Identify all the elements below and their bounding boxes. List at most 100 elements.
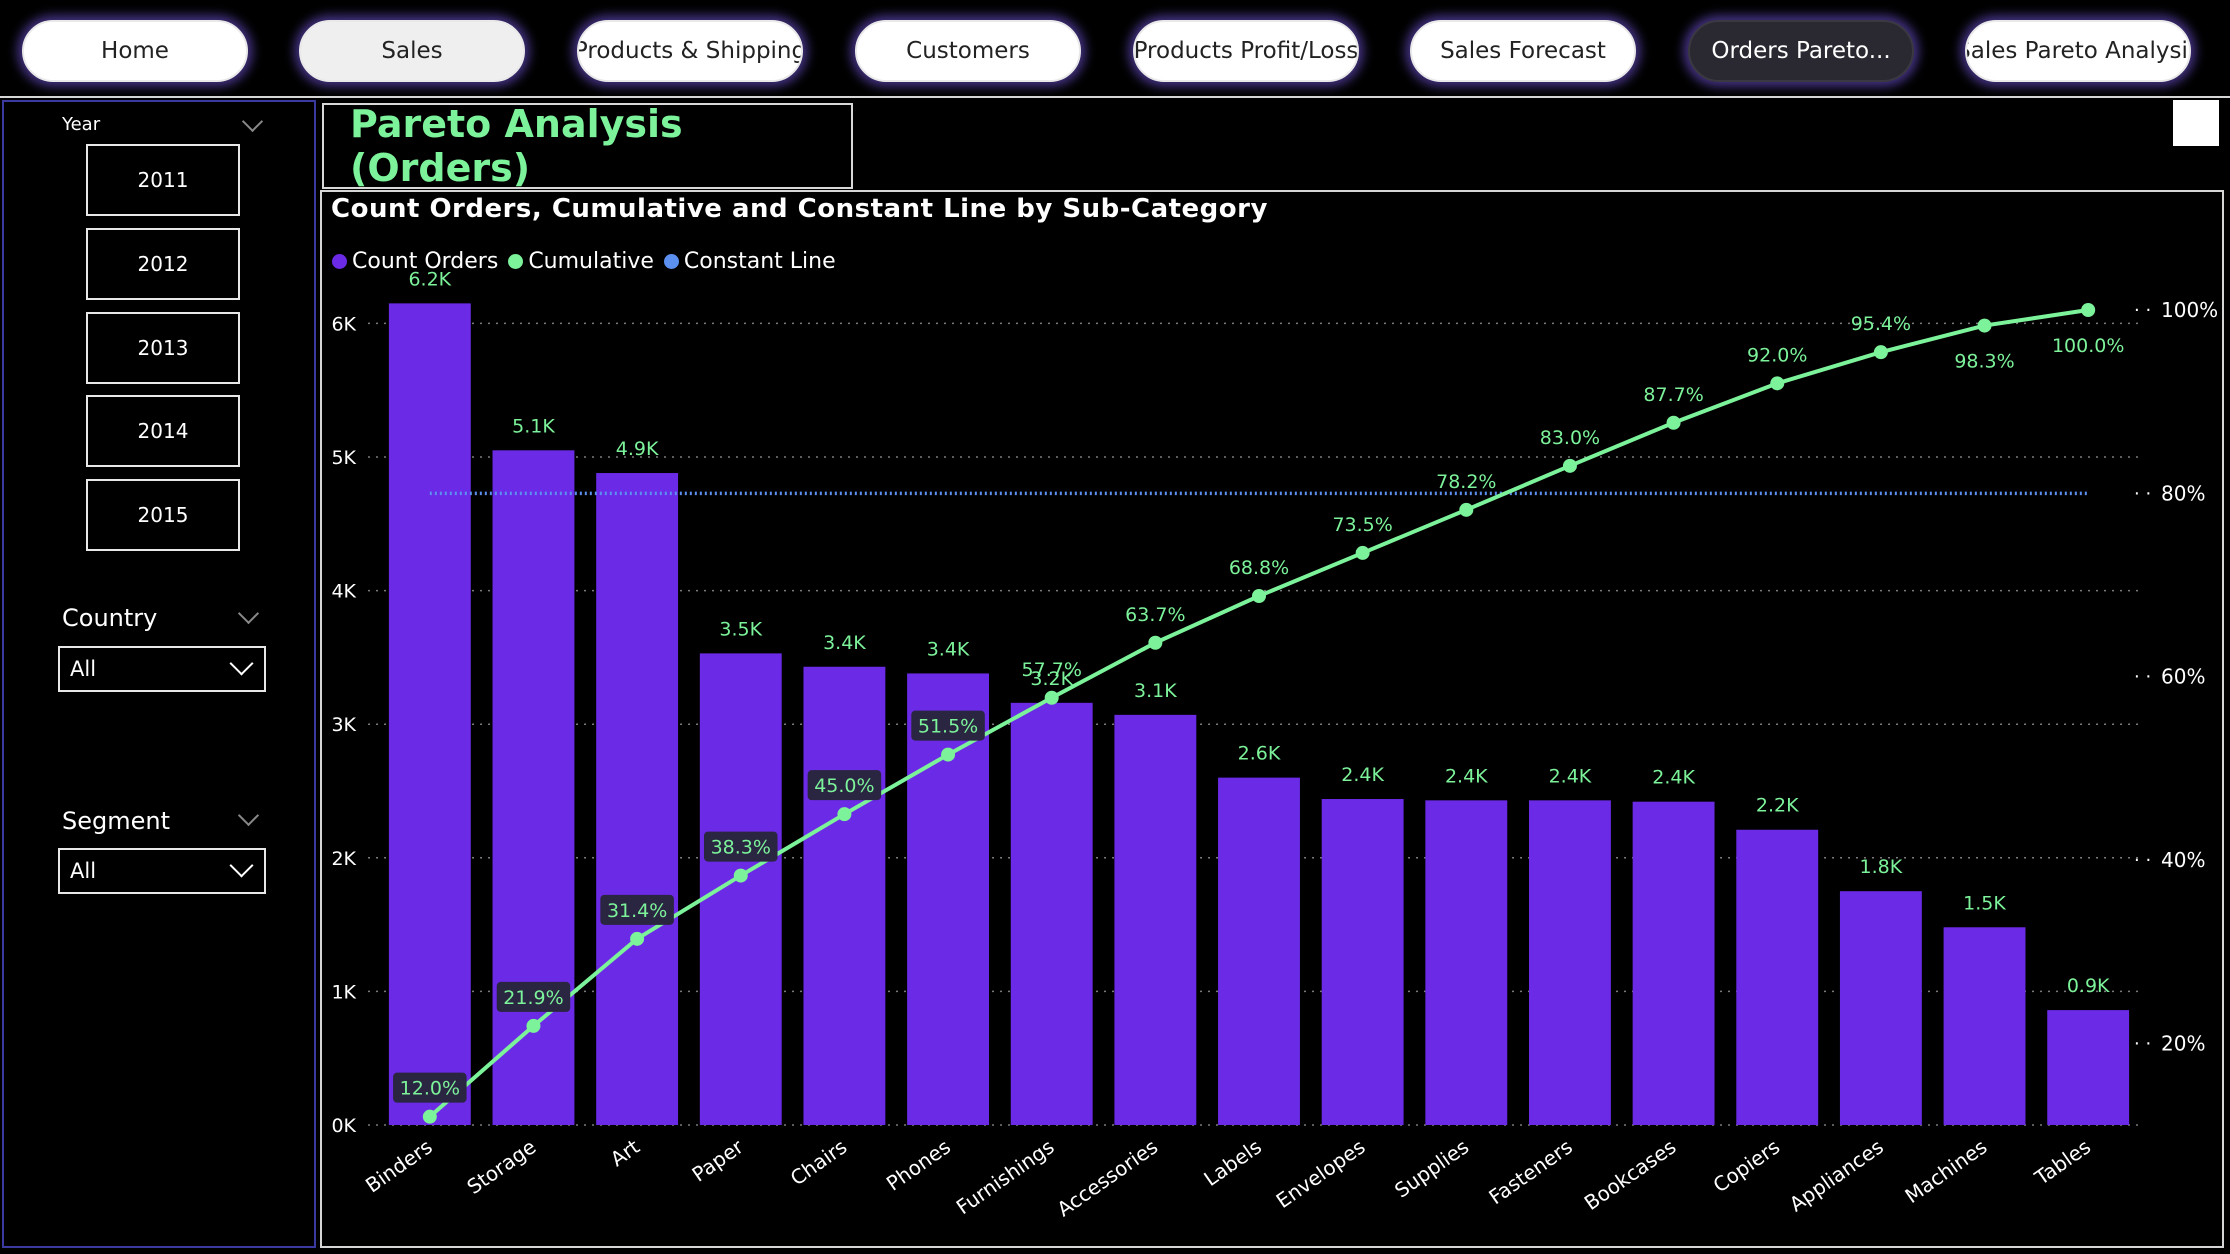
cumulative-point-phones [941,747,956,762]
x-tick-label: Appliances [1785,1134,1888,1216]
cumulative-point-copiers [1770,376,1785,391]
cumulative-point-labels [1252,589,1266,603]
bar-labels [1218,777,1300,1125]
cumulative-point-accessories [1148,635,1163,650]
x-tick-label: Supplies [1390,1134,1473,1202]
bar-accessories [1114,714,1197,1125]
cumulative-label: 98.3% [1954,351,2014,373]
cumulative-label: 95.4% [1851,313,1911,335]
y-right-tick-label: 100% [2161,298,2218,322]
bar-value-label: 4.9K [616,438,659,460]
x-tick-label: Accessories [1052,1134,1162,1221]
cumulative-label: 78.2% [1436,471,1496,493]
cumulative-point-furnishings [1044,690,1059,705]
cumulative-point-paper [733,868,748,883]
x-tick-label: Bookcases [1580,1134,1681,1215]
bar-value-label: 3.4K [927,638,970,660]
cumulative-point-envelopes [1355,545,1370,560]
y-left-tick-label: 4K [331,581,356,603]
cumulative-label: 12.0% [400,1078,460,1100]
bar-paper [699,653,782,1125]
bar-chairs [803,666,886,1125]
bar-value-label: 3.5K [719,618,762,640]
x-tick-label: Storage [462,1134,540,1199]
y-right-tick-label: 60% [2161,665,2205,689]
x-tick-label: Copiers [1709,1134,1785,1197]
bar-appliances [1839,891,1922,1125]
y-left-tick-label: 0K [331,1115,356,1137]
cumulative-point-art [630,931,645,946]
bar-value-label: 3.1K [1134,680,1177,702]
cumulative-label: 68.8% [1229,557,1289,579]
x-tick-label: Tables [2030,1134,2095,1190]
y-right-tick-label: 20% [2161,1031,2205,1055]
cumulative-label: 100.0% [2052,335,2124,357]
y-right-tick-label: 80% [2161,481,2205,505]
bar-value-label: 2.4K [1549,765,1592,787]
cumulative-point-binders [422,1109,437,1124]
cumulative-label: 83.0% [1540,427,1600,449]
cumulative-label: 63.7% [1125,604,1185,626]
x-tick-label: Machines [1901,1134,1992,1208]
bar-value-label: 2.4K [1341,764,1384,786]
bar-value-label: 6.2K [408,268,451,290]
x-tick-label: Phones [882,1134,955,1195]
cumulative-point-machines [1977,318,1992,333]
cumulative-point-fasteners [1562,458,1577,473]
bar-binders [388,303,471,1125]
bar-art [596,473,679,1126]
cumulative-label: 87.7% [1643,384,1703,406]
bar-value-label: 5.1K [512,415,555,437]
cumulative-point-bookcases [1666,415,1681,430]
bar-envelopes [1321,799,1404,1125]
y-left-tick-label: 5K [331,447,356,469]
bar-copiers [1736,829,1819,1125]
cumulative-point-supplies [1459,502,1474,517]
cumulative-point-tables [2081,303,2096,317]
cumulative-point-appliances [1873,345,1888,360]
pareto-chart: 0K 1K 2K 3K 4K 5K 6K · · 20% · · 40% · · 60% · · 80% · … [331,268,2218,1221]
bar-value-label: 2.4K [1445,765,1488,787]
cumulative-point-storage [526,1018,541,1033]
bar-value-label: 2.4K [1652,767,1695,789]
bar-supplies [1425,800,1508,1125]
y-left-tick-label: 3K [331,714,356,736]
y-right-tick-mark: · · [2134,483,2151,504]
y-right-tick-mark: · · [2134,667,2151,688]
cumulative-label: 51.5% [918,716,978,738]
x-tick-label: Art [606,1134,644,1171]
cumulative-label: 21.9% [503,987,563,1009]
bar-machines [1943,927,2026,1125]
cumulative-label: 92.0% [1747,344,1807,366]
y-right-tick-mark: · · [2134,850,2151,871]
x-tick-label: Paper [687,1134,748,1187]
y-left-tick-label: 1K [331,981,356,1003]
bar-value-label: 2.2K [1756,795,1799,817]
cumulative-label: 57.7% [1022,659,1082,681]
bar-phones [907,673,989,1125]
bar-value-label: 3.4K [823,632,866,654]
x-tick-label: Furnishings [952,1134,1059,1219]
y-right-tick-mark: · · [2134,1033,2151,1054]
cumulative-label: 38.3% [711,837,771,859]
cumulative-label: 45.0% [814,775,874,797]
bar-value-label: 0.9K [2067,975,2110,997]
bar-value-label: 2.6K [1238,743,1281,765]
bar-bookcases [1632,801,1715,1125]
cumulative-point-chairs [837,807,852,822]
cumulative-label: 73.5% [1332,514,1392,536]
bar-value-label: 1.5K [1963,892,2006,914]
x-tick-label: Labels [1199,1134,1265,1191]
bar-furnishings [1010,702,1093,1125]
cumulative-label: 31.4% [607,900,667,922]
x-tick-label: Binders [361,1134,437,1197]
x-tick-label: Fasteners [1484,1134,1577,1209]
y-left-tick-label: 2K [331,848,356,870]
y-left-tick-label: 6K [331,313,356,335]
x-tick-label: Envelopes [1272,1134,1370,1213]
bar-value-label: 1.8K [1860,856,1903,878]
x-tick-label: Chairs [786,1134,851,1190]
y-right-tick-mark: · · [2134,300,2151,321]
bar-tables [2047,1010,2130,1125]
y-right-tick-label: 40% [2161,848,2205,872]
